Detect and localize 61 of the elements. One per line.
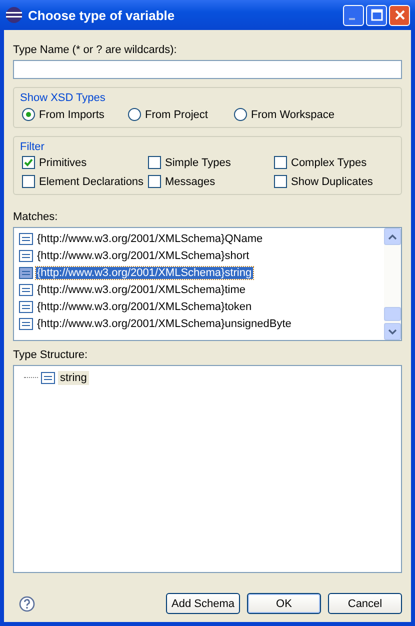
checkbox-label: Messages [165,176,216,188]
scroll-up-icon[interactable] [384,228,401,245]
match-item[interactable]: {http://www.w3.org/2001/XMLSchema}short [19,247,379,264]
dialog-button[interactable]: Add Schema [166,593,240,614]
checkbox-option[interactable]: Messages [148,175,274,188]
checkbox-label: Show Duplicates [291,176,373,188]
match-item[interactable]: {http://www.w3.org/2001/XMLSchema}QName [19,230,379,247]
tree-line [24,377,38,378]
radio-label: From Project [145,108,208,120]
radio-option[interactable]: From Project [128,108,234,121]
checkbox-option[interactable]: Simple Types [148,156,274,169]
minimize-icon [349,18,355,20]
radio-option[interactable]: From Imports [22,108,128,121]
close-icon [394,9,406,21]
group-title: Filter [20,141,44,153]
type-name-field[interactable] [13,60,402,79]
radio-option[interactable]: From Workspace [234,108,340,121]
dialog-button[interactable]: OK [247,593,321,614]
match-item[interactable]: {http://www.w3.org/2001/XMLSchema}token [19,298,379,315]
checkbox-option[interactable]: Element Declarations [22,175,148,188]
match-text: {http://www.w3.org/2001/XMLSchema}short [36,250,250,262]
match-item[interactable]: {http://www.w3.org/2001/XMLSchema}unsignedByte [19,315,379,332]
radio-label: From Workspace [251,108,335,120]
type-structure-label: Type Structure: [13,349,89,361]
type-icon [19,284,33,296]
eclipse-logo-icon [5,6,23,24]
radio-label: From Imports [39,108,104,120]
matches-label: Matches: [13,211,59,223]
type-icon [19,266,33,278]
checkbox-label: Simple Types [165,156,231,168]
checkbox-option[interactable]: Primitives [22,156,148,169]
match-item[interactable]: {http://www.w3.org/2001/XMLSchema}time [19,281,379,298]
type-name-label: Type Name (* or ? are wildcards): [13,44,178,56]
type-icon [19,232,33,244]
checkbox-option[interactable]: Show Duplicates [274,175,393,188]
minimize-button[interactable] [343,4,364,26]
close-button[interactable] [389,4,410,26]
type-icon [19,250,33,262]
match-text: {http://www.w3.org/2001/XMLSchema}token [36,300,253,312]
scrollbar[interactable] [384,228,401,340]
window-title: Choose type of variable [28,8,176,22]
maximize-button[interactable] [366,4,387,26]
scroll-down-icon[interactable] [384,323,401,340]
match-item[interactable]: {http://www.w3.org/2001/XMLSchema}string [19,264,379,281]
type-icon [19,300,33,312]
maximize-icon [370,9,382,21]
checkbox-option[interactable]: Complex Types [274,156,393,169]
group-title: Show XSD Types [20,92,106,104]
type-icon [41,372,55,384]
match-text: {http://www.w3.org/2001/XMLSchema}unsignedByte [36,318,292,330]
match-text: {http://www.w3.org/2001/XMLSchema}time [36,284,246,296]
scroll-thumb[interactable] [384,307,401,321]
match-text: {http://www.w3.org/2001/XMLSchema}string [36,266,253,278]
tree-node[interactable]: string [58,370,89,384]
help-icon[interactable] [19,596,35,612]
dialog-button[interactable]: Cancel [328,593,402,614]
type-icon [19,318,33,330]
checkbox-label: Complex Types [291,156,367,168]
checkbox-label: Primitives [39,156,87,168]
match-text: {http://www.w3.org/2001/XMLSchema}QName [36,232,264,244]
checkbox-label: Element Declarations [39,176,144,188]
